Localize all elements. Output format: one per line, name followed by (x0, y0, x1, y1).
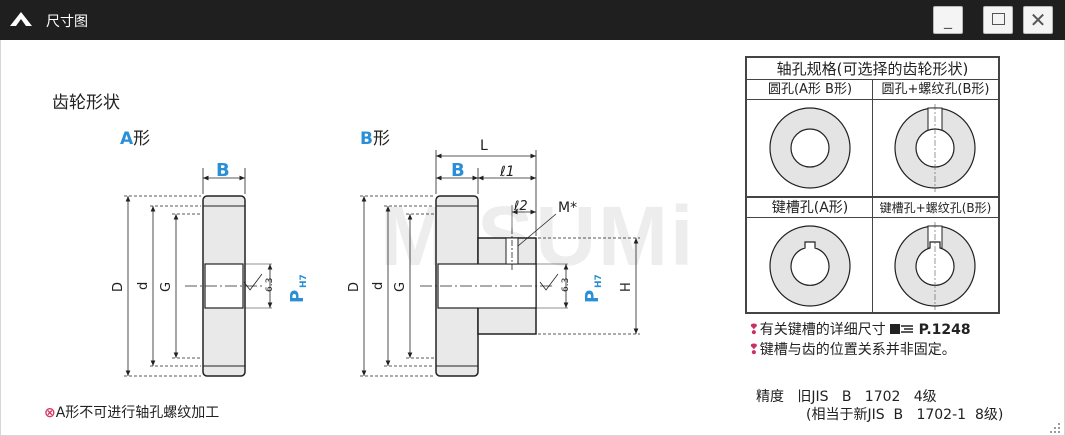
maximize-icon (991, 13, 1005, 25)
cell-keyway-tapped-label: 键槽孔+螺纹孔(B形) (873, 198, 998, 218)
prohibited-icon: ⊗ (44, 405, 56, 421)
minimize-icon: _ (944, 10, 952, 29)
info-pin-icon: ❢ (748, 322, 760, 338)
dim-b-d: d (371, 282, 386, 290)
dim-b-l1: ℓ1 (499, 164, 515, 180)
gear-dimension-drawing: B D d G 6.3 P H7 L B ℓ1 ℓ2 M* D d G 6.3 … (111, 138, 640, 377)
roughness-b: 6.3 (561, 278, 571, 292)
precision-line-2: (相当于新JIS B 1702-1 8级) (806, 407, 1004, 423)
dim-b-l2: ℓ2 (513, 199, 528, 214)
round-hole-icon (769, 107, 851, 189)
window-titlebar: 尺寸图 _ ✕ (0, 0, 1065, 40)
bore-diagrams-top (769, 104, 976, 192)
dim-a-D: D (111, 282, 126, 292)
dim-a-G: G (159, 282, 174, 292)
bore-diagrams-bottom (769, 222, 976, 310)
dim-a-P: P (287, 290, 308, 303)
minimize-button[interactable]: _ (933, 6, 963, 34)
dim-b-D: D (347, 282, 362, 292)
keyway-hole-icon (769, 225, 851, 307)
dim-b-G: G (393, 282, 408, 292)
dim-b-M: M* (558, 200, 577, 216)
cell-round-tapped-label: 圆孔+螺纹孔(B形) (873, 80, 998, 100)
misumi-logo-icon (10, 12, 32, 26)
a-shape-note-text: A形不可进行轴孔螺纹加工 (55, 405, 220, 421)
window-title: 尺寸图 (46, 14, 88, 30)
dim-b-H: H (619, 282, 634, 292)
a-shape-note: ⊗A形不可进行轴孔螺纹加工 (44, 402, 219, 422)
keyway-position-text: 键槽与齿的位置关系并非固定。 (759, 342, 956, 358)
cell-keyway-label: 键槽孔(A形) (747, 198, 873, 218)
cell-round-hole-label: 圆孔(A形 B形) (747, 80, 873, 100)
dim-a-d: d (136, 282, 151, 290)
dim-b-L: L (480, 138, 488, 154)
roughness-a: 6.3 (265, 278, 275, 292)
info-pin-icon-2: ❢ (748, 342, 760, 358)
gear-a-drawing (124, 168, 273, 377)
page-reference-icon (890, 324, 914, 334)
keyway-position-note: ❢键槽与齿的位置关系并非固定。 (748, 339, 956, 359)
maximize-button[interactable] (983, 6, 1013, 34)
keyway-tapped-hole-icon (894, 222, 976, 310)
resize-grip-icon[interactable] (1047, 420, 1061, 434)
page-ref-link[interactable]: P.1248 (919, 322, 971, 338)
close-button[interactable]: ✕ (1023, 6, 1053, 34)
dim-b-P: P (582, 290, 603, 303)
dim-b-b: B (451, 160, 465, 181)
gear-b-drawing (360, 150, 640, 377)
close-icon: ✕ (1029, 8, 1047, 32)
round-tapped-hole-icon (894, 104, 976, 192)
precision-line-1: 精度 旧JIS B 1702 4级 (756, 389, 937, 405)
dim-b-H7: H7 (594, 274, 604, 288)
dim-a-H7: H7 (299, 274, 309, 288)
bore-spec-table: 轴孔规格(可选择的齿轮形状) 圆孔(A形 B形) 圆孔+螺纹孔(B形) 键槽孔(… (745, 56, 1000, 314)
dim-a-b: B (216, 160, 230, 181)
keyway-detail-note: ❢有关键槽的详细尺寸 P.1248 (748, 319, 971, 339)
bore-spec-title: 轴孔规格(可选择的齿轮形状) (747, 58, 998, 80)
keyway-detail-text: 有关键槽的详细尺寸 (759, 322, 886, 338)
